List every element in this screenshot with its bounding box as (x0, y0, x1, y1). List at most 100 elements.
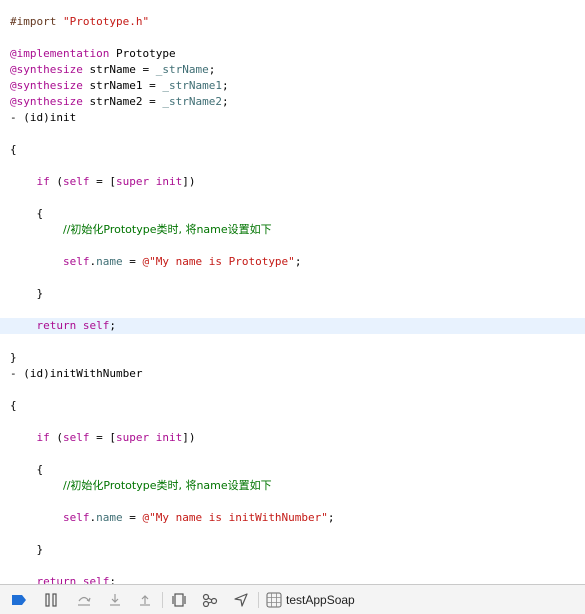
code-token: { (10, 207, 44, 220)
code-line-text: //初始化Prototype类时, 将name设置如下 (10, 478, 272, 494)
code-keyword: self (63, 175, 90, 188)
code-editor[interactable]: #import "Prototype.h" @implementation Pro… (0, 0, 585, 584)
code-token: _strName1 (162, 79, 222, 92)
code-token: ( (49, 175, 63, 188)
code-line[interactable]: self.name = @"My name is Prototype"; (0, 254, 585, 270)
code-line[interactable]: } (0, 542, 585, 558)
code-comment: //初始化Prototype类时, 将name设置如下 (62, 479, 272, 492)
code-line[interactable] (0, 382, 585, 398)
code-line[interactable] (0, 558, 585, 574)
code-line-text: @synthesize strName1 = _strName1; (10, 78, 229, 94)
code-line[interactable] (0, 270, 585, 286)
code-line[interactable]: if (self = [super init]) (0, 174, 585, 190)
toolbar-divider (162, 592, 163, 608)
step-out-icon[interactable] (136, 591, 154, 609)
code-keyword: self (63, 431, 90, 444)
toolbar-divider (258, 592, 259, 608)
code-line[interactable]: { (0, 398, 585, 414)
memory-graph-icon[interactable] (201, 591, 219, 609)
code-line[interactable]: if (self = [super init]) (0, 430, 585, 446)
code-line-text: @synthesize strName2 = _strName2; (10, 94, 229, 110)
code-keyword: init (155, 431, 183, 444)
code-line[interactable] (0, 494, 585, 510)
code-token: } (10, 543, 44, 556)
view-debugger-icon[interactable] (170, 591, 188, 609)
code-line-text: } (10, 286, 43, 302)
code-line[interactable] (0, 158, 585, 174)
code-token: strName2 = (82, 95, 163, 108)
code-keyword: if (36, 431, 50, 444)
code-token: ; (109, 575, 116, 584)
code-line-text: } (10, 350, 17, 366)
code-keyword: self (62, 255, 90, 268)
code-line[interactable] (0, 526, 585, 542)
code-line[interactable] (0, 126, 585, 142)
code-token: } (10, 287, 44, 300)
code-line[interactable] (0, 30, 585, 46)
code-line-text: self.name = @"My name is Prototype"; (10, 254, 301, 270)
code-token: #import (10, 15, 63, 28)
code-token: name (96, 511, 123, 524)
code-line[interactable] (0, 414, 585, 430)
simulate-location-icon[interactable] (232, 591, 250, 609)
code-line[interactable]: //初始化Prototype类时, 将name设置如下 (0, 478, 585, 494)
code-line-text: { (10, 206, 43, 222)
code-keyword: super (116, 175, 150, 188)
code-line[interactable]: @synthesize strName1 = _strName1; (0, 78, 585, 94)
code-line-text: - (id)initWithNumber (10, 366, 142, 382)
code-line[interactable] (0, 334, 585, 350)
code-line[interactable]: return self; (0, 318, 585, 334)
target-app-name[interactable]: testAppSoap (286, 592, 355, 608)
code-line-text: #import "Prototype.h" (10, 14, 149, 30)
code-line[interactable]: @implementation Prototype (0, 46, 585, 62)
code-line[interactable]: { (0, 206, 585, 222)
code-line[interactable] (0, 446, 585, 462)
code-keyword: @synthesize (10, 95, 83, 108)
code-line[interactable]: } (0, 350, 585, 366)
code-token: ( (49, 431, 63, 444)
code-string: "Prototype.h" (62, 15, 150, 28)
code-keyword: if (36, 175, 50, 188)
code-token: ; (208, 63, 216, 76)
code-token: - (id)initWithNumber (10, 367, 143, 380)
code-line[interactable]: return self; (0, 574, 585, 584)
code-token: ; (221, 95, 229, 108)
pause-icon[interactable] (42, 591, 60, 609)
code-line[interactable]: { (0, 462, 585, 478)
code-line[interactable]: } (0, 286, 585, 302)
code-token: = [ (89, 431, 116, 444)
code-keyword: return (36, 575, 77, 584)
breakpoints-toggle-icon[interactable] (10, 591, 28, 609)
code-token: { (10, 399, 17, 412)
code-line[interactable] (0, 302, 585, 318)
target-app-icon[interactable] (265, 591, 283, 609)
step-into-icon[interactable] (106, 591, 124, 609)
code-line-text: @synthesize strName = _strName; (10, 62, 215, 78)
code-line-text: { (10, 398, 17, 414)
code-line-text: if (self = [super init]) (10, 430, 196, 446)
code-line[interactable]: - (id)initWithNumber (0, 366, 585, 382)
code-token: { (10, 463, 44, 476)
code-line[interactable]: self.name = @"My name is initWithNumber"… (0, 510, 585, 526)
code-line[interactable]: #import "Prototype.h" (0, 14, 585, 30)
code-line[interactable]: @synthesize strName = _strName; (0, 62, 585, 78)
code-token: ; (327, 511, 335, 524)
code-token: ; (109, 319, 116, 332)
code-line[interactable]: - (id)init (0, 110, 585, 126)
code-keyword: self (82, 575, 110, 584)
code-line[interactable]: //初始化Prototype类时, 将name设置如下 (0, 222, 585, 238)
code-line[interactable] (0, 238, 585, 254)
code-line[interactable]: { (0, 142, 585, 158)
code-token: Prototype (109, 47, 176, 60)
step-over-icon[interactable] (75, 591, 93, 609)
code-token: = (122, 255, 143, 268)
code-line[interactable]: @synthesize strName2 = _strName2; (0, 94, 585, 110)
code-line-text: return self; (10, 318, 117, 334)
code-comment: //初始化Prototype类时, 将name设置如下 (62, 223, 272, 236)
code-line[interactable] (0, 190, 585, 206)
